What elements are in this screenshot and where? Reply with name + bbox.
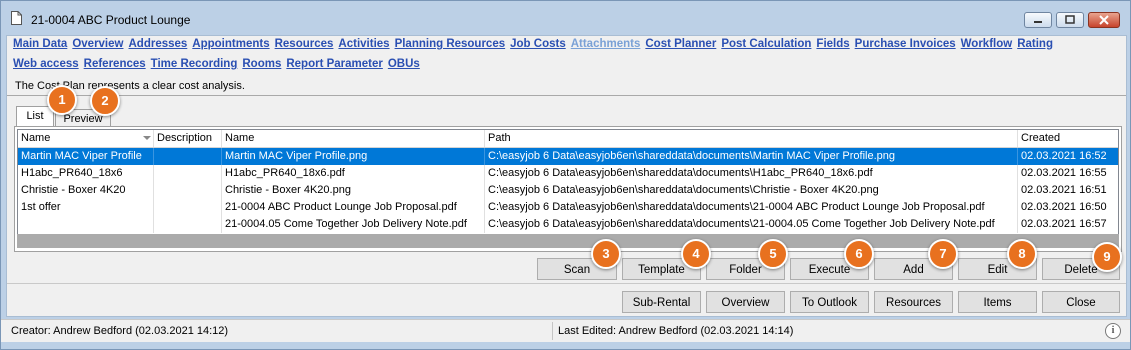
cell-filename: 21-0004 ABC Product Lounge Job Proposal.… — [222, 199, 485, 216]
callout-badge-1: 1 — [47, 85, 77, 115]
cell-filename: Martin MAC Viper Profile.png — [222, 148, 485, 165]
callout-badge-7: 7 — [928, 239, 958, 269]
cell-description — [154, 182, 222, 199]
minimize-button[interactable] — [1024, 12, 1052, 28]
cell-description — [154, 199, 222, 216]
nav-link-main-data[interactable]: Main Data — [13, 38, 67, 50]
nav-link-attachments[interactable]: Attachments — [571, 38, 641, 50]
nav-link-overview[interactable]: Overview — [72, 38, 123, 50]
cell-filename: 21-0004.05 Come Together Job Delivery No… — [222, 216, 485, 233]
nav-link-job-costs[interactable]: Job Costs — [510, 38, 566, 50]
overview-button[interactable]: Overview — [706, 291, 785, 313]
info-icon[interactable]: i — [1105, 323, 1121, 339]
status-bar: Creator: Andrew Bedford (02.03.2021 14:1… — [1, 319, 1130, 342]
sort-arrow-icon — [143, 136, 151, 140]
subrental-button[interactable]: Sub-Rental — [622, 291, 701, 313]
nav-link-fields[interactable]: Fields — [816, 38, 849, 50]
cell-description — [154, 148, 222, 165]
table-header: Name Description Name Path Created — [18, 130, 1118, 148]
to-outlook-button[interactable]: To Outlook — [790, 291, 869, 313]
nav-link-post-calculation[interactable]: Post Calculation — [721, 38, 811, 50]
close-window-button[interactable] — [1088, 12, 1120, 28]
table-row[interactable]: Martin MAC Viper Profile Martin MAC Viper… — [18, 148, 1118, 165]
nav-link-addresses[interactable]: Addresses — [128, 38, 187, 50]
nav-link-references[interactable]: References — [84, 58, 146, 70]
nav-link-web-access[interactable]: Web access — [13, 58, 79, 70]
cell-description — [154, 165, 222, 182]
main-content: Main Data Overview Addresses Appointments Re… — [6, 35, 1127, 317]
cell-name: Christie - Boxer 4K20 — [18, 182, 154, 199]
document-icon — [11, 11, 22, 25]
callout-badge-3: 3 — [591, 239, 621, 269]
divider — [7, 283, 1126, 284]
callout-badge-9: 9 — [1092, 242, 1122, 272]
callout-badge-4: 4 — [681, 239, 711, 269]
nav-link-rating[interactable]: Rating — [1017, 38, 1053, 50]
cell-filename: Christie - Boxer 4K20.png — [222, 182, 485, 199]
cell-filename: H1abc_PR640_18x6.pdf — [222, 165, 485, 182]
column-header-filename[interactable]: Name — [222, 130, 485, 147]
nav-link-activities[interactable]: Activities — [338, 38, 389, 50]
cell-name: 1st offer — [18, 199, 154, 216]
nav-link-resources[interactable]: Resources — [275, 38, 334, 50]
cell-path: C:\easyjob 6 Data\easyjob6en\shareddata\… — [485, 216, 1018, 233]
attachments-table[interactable]: Name Description Name Path Created Marti… — [17, 129, 1119, 236]
close-icon — [1099, 15, 1109, 25]
table-row[interactable]: 1st offer 21-0004 ABC Product Lounge Job … — [18, 199, 1118, 216]
maximize-icon — [1065, 15, 1075, 24]
table-row[interactable]: H1abc_PR640_18x6 H1abc_PR640_18x6.pdf C:\e… — [18, 165, 1118, 182]
maximize-button[interactable] — [1056, 12, 1084, 28]
creator-info: Creator: Andrew Bedford (02.03.2021 14:1… — [11, 325, 229, 337]
cell-name: Martin MAC Viper Profile — [18, 148, 154, 165]
cell-created: 02.03.2021 16:57 — [1021, 218, 1107, 230]
cell-created: 02.03.2021 16:51 — [1021, 184, 1107, 196]
nav-links-row-2: Web access References Time Recording Rooms R… — [13, 58, 425, 70]
table-row[interactable]: Christie - Boxer 4K20 Christie - Boxer 4K… — [18, 182, 1118, 199]
divider — [7, 95, 1126, 96]
nav-link-report-parameter[interactable]: Report Parameter — [286, 58, 383, 70]
nav-link-workflow[interactable]: Workflow — [961, 38, 1013, 50]
nav-links-row-1: Main Data Overview Addresses Appointments Re… — [13, 38, 1058, 50]
resources-button[interactable]: Resources — [874, 291, 953, 313]
column-header-created[interactable]: Created — [1018, 130, 1118, 147]
cell-created: 02.03.2021 16:55 — [1021, 167, 1107, 179]
status-divider — [552, 322, 553, 340]
app-window: 21-0004 ABC Product Lounge Main Data Over… — [0, 0, 1131, 350]
cell-name — [18, 216, 154, 233]
nav-link-appointments[interactable]: Appointments — [192, 38, 269, 50]
nav-link-purchase-invoices[interactable]: Purchase Invoices — [855, 38, 956, 50]
callout-badge-8: 8 — [1007, 239, 1037, 269]
cell-path: C:\easyjob 6 Data\easyjob6en\shareddata\… — [485, 199, 1018, 216]
nav-link-time-recording[interactable]: Time Recording — [151, 58, 238, 70]
cell-description — [154, 216, 222, 233]
nav-link-obus[interactable]: OBUs — [388, 58, 420, 70]
window-title: 21-0004 ABC Product Lounge — [31, 13, 191, 27]
cell-created: 02.03.2021 16:52 — [1021, 150, 1107, 162]
nav-link-planning-resources[interactable]: Planning Resources — [395, 38, 506, 50]
cell-path: C:\easyjob 6 Data\easyjob6en\shareddata\… — [485, 182, 1018, 199]
cell-path: C:\easyjob 6 Data\easyjob6en\shareddata\… — [485, 148, 1018, 165]
callout-badge-5: 5 — [758, 239, 788, 269]
attachments-panel: Name Description Name Path Created Marti… — [14, 126, 1122, 252]
last-edited-info: Last Edited: Andrew Bedford (02.03.2021 … — [558, 325, 794, 337]
table-row[interactable]: 21-0004.05 Come Together Job Delivery No… — [18, 216, 1118, 233]
column-header-name[interactable]: Name — [18, 130, 154, 147]
tab-list[interactable]: List — [16, 106, 54, 127]
callout-badge-2: 2 — [90, 86, 120, 116]
nav-link-rooms[interactable]: Rooms — [242, 58, 281, 70]
cell-created: 02.03.2021 16:50 — [1021, 201, 1107, 213]
column-header-description[interactable]: Description — [154, 130, 222, 147]
close-button[interactable]: Close — [1042, 291, 1120, 313]
cell-path: C:\easyjob 6 Data\easyjob6en\shareddata\… — [485, 165, 1018, 182]
nav-link-cost-planner[interactable]: Cost Planner — [645, 38, 716, 50]
callout-badge-6: 6 — [844, 239, 874, 269]
minimize-icon — [1034, 21, 1042, 23]
items-button[interactable]: Items — [958, 291, 1037, 313]
title-bar: 21-0004 ABC Product Lounge — [1, 1, 1130, 35]
cell-name: H1abc_PR640_18x6 — [18, 165, 154, 182]
column-header-path[interactable]: Path — [485, 130, 1018, 147]
